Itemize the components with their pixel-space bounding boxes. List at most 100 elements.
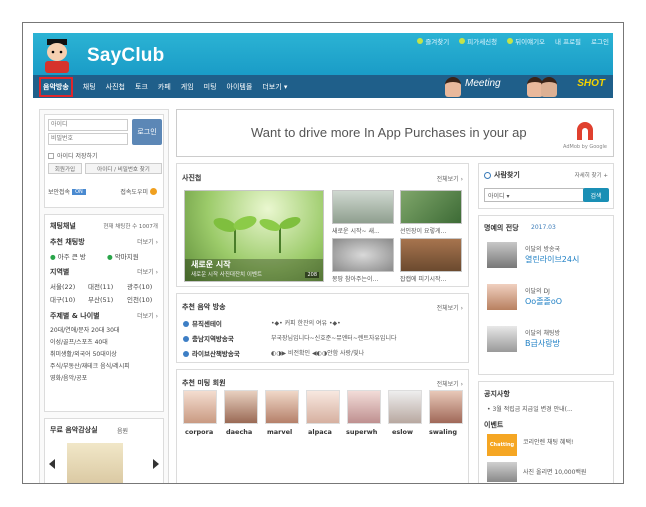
broadcast-row[interactable]: 라이브산책방송국: [183, 348, 240, 358]
broadcast-more[interactable]: 전체보기 ›: [437, 303, 463, 312]
nav-itemmall[interactable]: 아이템몰: [227, 82, 253, 92]
region-gwangju[interactable]: 광주(10): [127, 281, 152, 291]
top-link-apply[interactable]: 피가세신청: [459, 36, 497, 46]
search-button[interactable]: 검색: [583, 188, 609, 202]
play-icon: [183, 351, 189, 357]
nav-photo[interactable]: 사진첩: [106, 82, 125, 92]
member-name[interactable]: superwh: [346, 428, 377, 436]
ranking-thumb[interactable]: [487, 284, 517, 310]
region-more[interactable]: 더보기 ›: [137, 267, 158, 276]
event-thumb-2[interactable]: [487, 462, 517, 482]
broadcast-row[interactable]: 뮤직센테이: [183, 318, 222, 328]
ranking-thumb[interactable]: [487, 326, 517, 352]
ad-banner[interactable]: Want to drive more In App Purchases in y…: [176, 109, 614, 157]
member-photo[interactable]: [306, 390, 340, 424]
ranking-thumb[interactable]: [487, 242, 517, 268]
search-select[interactable]: 아이디 ▾: [484, 188, 584, 202]
member-name[interactable]: alpaca: [308, 428, 332, 436]
find-account-button[interactable]: 아이디 / 비밀번호 찾기: [85, 163, 162, 174]
meeting-more[interactable]: 전체보기 ›: [437, 379, 463, 388]
top-link-favorite[interactable]: 즐겨찾기: [417, 36, 449, 46]
topic-row-1[interactable]: 20대/연애/문자 20대 30대: [50, 325, 119, 334]
nav-cafe[interactable]: 카페: [158, 82, 171, 92]
photo-thumb-4[interactable]: [400, 238, 462, 272]
photo-cap-3[interactable]: 몽땅 참아주는이...: [332, 274, 378, 283]
photo-cap-2[interactable]: 선인장이 요렇게...: [400, 226, 446, 235]
member-photo[interactable]: [265, 390, 299, 424]
meeting-avatar: [445, 77, 461, 97]
photo-thumb-2[interactable]: [400, 190, 462, 224]
notice-item[interactable]: • 3월 적립금 지급일 변경 안내(...: [487, 404, 611, 413]
music-album-image[interactable]: [67, 443, 123, 483]
member-name[interactable]: marvel: [267, 428, 292, 436]
photo-main-title: 새로운 시작: [191, 260, 231, 269]
meeting-banner[interactable]: Meeting: [465, 78, 501, 89]
recommend-more[interactable]: 더보기 ›: [137, 237, 158, 246]
photo-thumb-1[interactable]: [332, 190, 394, 224]
member-photo[interactable]: [429, 390, 463, 424]
prev-icon[interactable]: [49, 459, 55, 469]
top-link-story[interactable]: 뒤이얘기오: [507, 36, 545, 46]
logo[interactable]: SayClub: [87, 45, 164, 67]
photo-more[interactable]: 전체보기 ›: [437, 174, 463, 183]
photo-thumb-3[interactable]: [332, 238, 394, 272]
rec-item-2[interactable]: ● 악마지원: [107, 251, 139, 261]
region-incheon[interactable]: 인천(10): [127, 294, 152, 304]
region-daejeon[interactable]: 대전(11): [88, 281, 113, 291]
topic-row-4[interactable]: 주식/부동산/재테크 음식/레시피: [50, 361, 130, 370]
music-title: 무료 음악감상실: [50, 426, 98, 434]
login-button[interactable]: 로그인: [132, 119, 162, 145]
event-item[interactable]: 코리안렌 채팅 혜택!: [523, 437, 573, 446]
topic-row-5[interactable]: 영화/음악/공포: [50, 373, 87, 382]
top-link-login[interactable]: 로그인: [591, 36, 609, 46]
topic-more[interactable]: 더보기 ›: [137, 311, 158, 320]
member-photo[interactable]: [224, 390, 258, 424]
secure-login[interactable]: 보안접속 ON: [48, 187, 86, 196]
member-name[interactable]: corpora: [185, 428, 213, 436]
save-id-checkbox[interactable]: 아이디 저장하기: [48, 151, 98, 160]
topic-row-2[interactable]: 이성/골프/스포츠 40대: [50, 337, 108, 346]
photo-main-image[interactable]: 새로운 시작 새로운 시작 사진대잔치 이벤트 208: [184, 190, 324, 282]
member-name[interactable]: eslow: [392, 428, 413, 436]
ranking-value[interactable]: B급사랑방: [525, 338, 560, 349]
password-input[interactable]: [48, 133, 128, 145]
nav-meeting[interactable]: 미팅: [204, 82, 217, 92]
next-icon[interactable]: [153, 459, 159, 469]
topic-row-3[interactable]: 취미생활/외국어 50대이상: [50, 349, 117, 358]
member-photo[interactable]: [183, 390, 217, 424]
ranking-label: 이달의 채팅방: [525, 330, 561, 337]
event-thumb[interactable]: Chatting: [487, 434, 517, 456]
event-item[interactable]: 사진 올리면 10,000백원: [523, 467, 586, 476]
photo-cap-1[interactable]: 새로운 시작~ 새...: [332, 226, 380, 235]
member-photo[interactable]: [388, 390, 422, 424]
rec-item-1-label: 아주 큰 방: [57, 253, 86, 261]
play-icon: [183, 321, 189, 327]
member-photo[interactable]: [347, 390, 381, 424]
region-seoul[interactable]: 서울(22): [50, 281, 75, 291]
help-link[interactable]: 접속도우미: [120, 187, 157, 196]
top-link-profile[interactable]: 내 프로필: [555, 36, 581, 46]
broadcast-title: 추천 음악 방송: [182, 303, 226, 311]
nav-more[interactable]: 더보기 ▾: [262, 82, 287, 92]
nav-music-broadcast[interactable]: 음악방송: [39, 76, 73, 97]
right-column: 사람찾기 자세히 찾기 + 아이디 ▾ 검색 명예의 전당 2017.03 이달…: [478, 163, 614, 483]
nav-chat[interactable]: 채팅: [83, 82, 96, 92]
member-name[interactable]: daecha: [226, 428, 252, 436]
notice-title: 공지사항: [484, 390, 510, 398]
join-button[interactable]: 회원가입: [48, 163, 82, 174]
search-more[interactable]: 자세히 찾기 +: [575, 171, 608, 179]
nav-talk[interactable]: 토크: [135, 82, 148, 92]
rec-item-1[interactable]: ● 아주 큰 방: [50, 251, 86, 261]
photo-cap-4[interactable]: 잡캡에 피기시작...: [400, 274, 446, 283]
shot-online-banner[interactable]: SHOT: [577, 78, 605, 89]
ranking-value[interactable]: Oo졸졸oO: [525, 296, 562, 307]
top-links: 즐겨찾기 피가세신청 뒤이얘기오 내 프로필 로그인: [417, 36, 609, 46]
id-input[interactable]: [48, 119, 128, 131]
broadcast-row[interactable]: 충남지역방송국: [183, 333, 234, 343]
recommend-title: 추천 채팅방: [50, 238, 85, 246]
region-busan[interactable]: 부산(51): [88, 294, 113, 304]
member-name[interactable]: swaling: [429, 428, 457, 436]
ranking-value[interactable]: 열린라이브24시: [525, 254, 579, 265]
nav-game[interactable]: 게임: [181, 82, 194, 92]
region-daegu[interactable]: 대구(10): [50, 294, 75, 304]
